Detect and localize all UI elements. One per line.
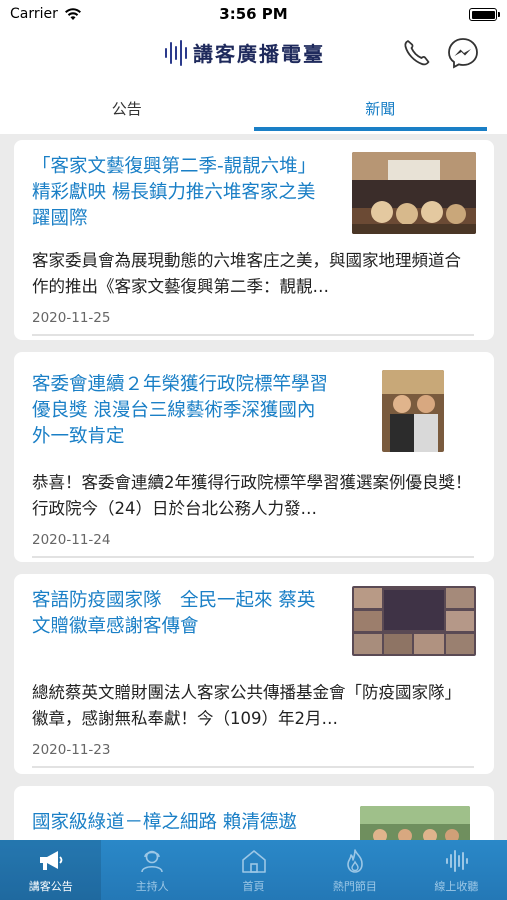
news-description: 客家委員會為展現動態的六堆客庄之美，與國家地理頻道合作的推出《客家文藝復興第二季…: [32, 251, 461, 296]
megaphone-icon: [39, 851, 63, 870]
nav-item-home[interactable]: 首頁: [203, 840, 304, 900]
soundwave-logo-icon: [165, 39, 187, 67]
status-time: 3:56 PM: [219, 5, 288, 23]
news-card[interactable]: 國家級綠道－樟之細路 賴清德遨: [14, 786, 494, 840]
app-logo: 講客廣播電臺: [165, 38, 325, 67]
news-description: 總統蔡英文贈財團法人客家公共傳播基金會「防疫國家隊」徽章，感謝無私奉獻！今（10…: [32, 683, 461, 728]
news-thumbnail[interactable]: [382, 370, 444, 452]
tab-bar: 公告 新聞: [0, 78, 507, 134]
nav-label: 主持人: [135, 880, 169, 893]
news-description: 恭喜！客委會連續2年獲得行政院標竿學習獲選案例優良獎！ 行政院今（24）日於台北…: [32, 473, 472, 518]
news-title[interactable]: 「客家文藝復興第二季-靚靚六堆」精彩獻映 楊長鎮力推六堆客家之美躍國際: [32, 154, 332, 232]
news-date: 2020-11-25: [32, 310, 111, 326]
news-thumbnail[interactable]: [352, 152, 476, 234]
card-divider: [32, 556, 474, 558]
news-card[interactable]: 「客家文藝復興第二季-靚靚六堆」精彩獻映 楊長鎮力推六堆客家之美躍國際 客家委員…: [14, 140, 494, 340]
news-feed[interactable]: 「客家文藝復興第二季-靚靚六堆」精彩獻映 楊長鎮力推六堆客家之美躍國際 客家委員…: [0, 134, 507, 840]
active-tab-indicator: [254, 127, 487, 131]
news-title[interactable]: 客語防疫國家隊 全民一起來 蔡英文贈徽章感謝客傳會: [32, 588, 332, 640]
news-date: 2020-11-24: [32, 532, 111, 548]
news-card[interactable]: 客委會連續２年榮獲行政院標竿學習優良獎 浪漫台三線藝術季深獲國內外一致肯定 恭喜…: [14, 352, 494, 562]
nav-label: 講客公告: [28, 880, 73, 893]
bottom-nav: 講客公告 主持人 首頁 熱門節目 線上收聽: [0, 840, 507, 900]
home-icon: [241, 850, 266, 873]
card-divider: [32, 766, 474, 768]
phone-icon[interactable]: [400, 36, 434, 70]
nav-label: 熱門節目: [332, 880, 377, 893]
news-thumbnail[interactable]: [352, 586, 476, 656]
nav-label: 線上收聽: [434, 880, 479, 893]
soundwave-icon: [446, 850, 469, 872]
nav-item-popular-shows[interactable]: 熱門節目: [304, 840, 405, 900]
flame-icon: [347, 849, 363, 873]
news-card[interactable]: 客語防疫國家隊 全民一起來 蔡英文贈徽章感謝客傳會 總統蔡英文贈財團法人客家公共…: [14, 574, 494, 774]
messenger-icon[interactable]: [446, 36, 480, 70]
card-divider: [32, 334, 474, 336]
app-header: 講客廣播電臺: [0, 30, 507, 78]
news-date: 2020-11-23: [32, 742, 111, 758]
hosts-icon: [141, 850, 163, 873]
tab-news[interactable]: 新聞: [254, 78, 507, 134]
battery-icon: [469, 8, 500, 21]
nav-item-listen-live[interactable]: 線上收聽: [406, 840, 507, 900]
nav-label: 首頁: [242, 880, 265, 893]
status-bar: Carrier 3:56 PM: [0, 0, 507, 30]
news-title[interactable]: 客委會連續２年榮獲行政院標竿學習優良獎 浪漫台三線藝術季深獲國內外一致肯定: [32, 372, 332, 450]
news-title[interactable]: 國家級綠道－樟之細路 賴清德遨: [32, 810, 332, 836]
nav-item-announcements[interactable]: 講客公告: [0, 840, 102, 900]
nav-item-hosts[interactable]: 主持人: [101, 840, 202, 900]
logo-text: 講客廣播電臺: [193, 42, 325, 66]
tab-announcements[interactable]: 公告: [0, 78, 254, 134]
news-thumbnail[interactable]: [360, 806, 470, 840]
